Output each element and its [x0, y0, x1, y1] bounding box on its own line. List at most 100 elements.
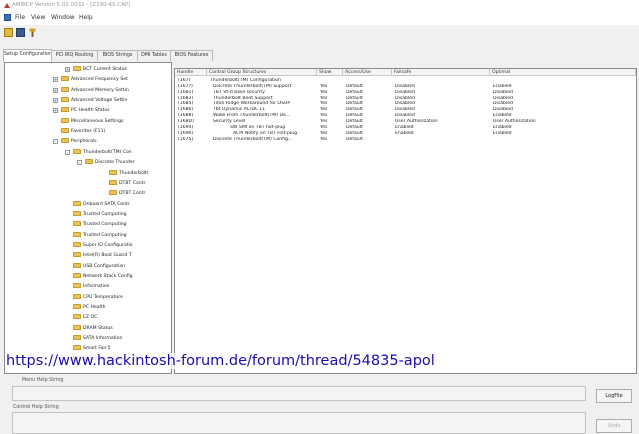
tree-item[interactable]: Advanced Memory Settin [61, 86, 129, 94]
folder-icon [61, 138, 69, 144]
open-icon[interactable] [4, 28, 13, 37]
expand-toggle[interactable]: + [65, 67, 70, 72]
folder-icon [109, 179, 117, 185]
menu-view[interactable]: View [31, 14, 45, 21]
expand-toggle[interactable]: + [53, 87, 58, 93]
grid-cell[interactable]: Yes [320, 137, 342, 143]
collapse-toggle[interactable]: - [65, 149, 70, 155]
tree-item[interactable]: EZ OC [73, 314, 97, 321]
tree-item[interactable]: Miscellaneous Settings [61, 117, 124, 125]
tab-dmi-tables[interactable]: DMI Tables [137, 50, 171, 61]
tree-item-label: Onboard SATA Contr [83, 201, 130, 207]
setup-tree[interactable]: + BCT Current Status + Advanced Frequency S… [4, 62, 172, 374]
collapse-toggle[interactable]: - [77, 160, 82, 166]
tree-item[interactable]: Trusted Computing [73, 231, 127, 239]
tree-item-label: Super IO Configuratio [83, 242, 133, 248]
tool-icon[interactable] [28, 28, 37, 37]
tree-item-label: Intel(R) Boot Guard T [83, 253, 132, 259]
undo-button[interactable]: Undo [596, 419, 632, 433]
control-help-box [12, 412, 586, 434]
folder-icon [61, 128, 69, 134]
folder-icon [73, 148, 81, 154]
tab-pci-irq-routing[interactable]: PCI IRQ Routing [51, 50, 98, 61]
folder-icon [73, 66, 81, 71]
column-header[interactable]: Show [317, 69, 343, 76]
tree-item[interactable]: Advanced Frequency Set [61, 76, 128, 83]
expand-toggle[interactable]: + [53, 108, 58, 114]
folder-icon [73, 283, 81, 289]
tree-item[interactable]: DTBT Contr [109, 179, 145, 187]
tree-item[interactable]: Advanced Voltage Settin [61, 97, 127, 104]
tree-item[interactable]: Trusted Computing [73, 210, 127, 218]
tree-item-label: Peripherals [71, 139, 97, 145]
grid-cell[interactable]: Enabled [493, 131, 635, 137]
app-menu-icon[interactable] [4, 14, 11, 21]
tree-item[interactable]: SATA Information [73, 335, 122, 342]
tree-item[interactable]: DTBT Contr [109, 190, 145, 197]
tree-item[interactable]: USB Configuration [73, 262, 125, 270]
folder-icon [61, 107, 69, 113]
tree-item[interactable]: Network Stack Config [73, 273, 133, 280]
tree-item[interactable]: Favorites (F11) [61, 128, 105, 135]
tree-item[interactable]: Peripherals [61, 138, 97, 145]
tree-item-label: PC Health [83, 305, 106, 311]
tree-item-label: DTBT Contr [119, 191, 146, 197]
tree-item-label: Miscellaneous Settings [71, 118, 124, 124]
tree-item[interactable]: Trusted Computing [73, 221, 127, 228]
expand-toggle[interactable]: + [53, 98, 58, 104]
tree-item-label: Smart Fan 5 [83, 346, 111, 352]
tree-item[interactable]: Super IO Configuratio [73, 241, 133, 249]
folder-icon [73, 221, 81, 227]
save-icon[interactable] [16, 28, 25, 37]
grid-cell[interactable]: Enabled [395, 131, 489, 137]
folder-icon [61, 86, 69, 92]
tree-item-label: CPU Temperature [83, 294, 123, 300]
tree-item-label: Favorites (F11) [71, 129, 106, 135]
folder-icon [73, 293, 81, 299]
collapse-toggle[interactable]: - [53, 139, 58, 145]
menu-help[interactable]: Help [79, 14, 93, 21]
tree-item[interactable]: Thunderbolt(TM) Con [73, 148, 132, 156]
column-header[interactable]: Failsafe [392, 69, 490, 76]
tab-bios-strings[interactable]: BIOS Strings [97, 50, 138, 61]
tree-item[interactable]: CPU Temperature [73, 293, 123, 301]
folder-icon [73, 324, 81, 330]
tree-item-label: Thunderbolt(TM) Con [83, 149, 132, 155]
folder-icon [73, 200, 81, 206]
folder-icon [85, 159, 93, 165]
folder-icon [109, 190, 117, 196]
grid-cell[interactable]: Default [346, 137, 391, 143]
tree-item-label: Discrete Thunder [95, 160, 135, 166]
tree-item[interactable]: PC Health Status [61, 107, 110, 114]
folder-icon [61, 117, 69, 123]
menu-file[interactable]: File [15, 14, 25, 21]
window-title: AMIBCP Version 5.02.0031 - [Z190-4S.CAP] [12, 2, 131, 8]
tree-item[interactable]: PC Health [73, 304, 106, 311]
tree-item[interactable]: Thunderbolt( [109, 169, 149, 177]
column-header[interactable]: Optimal [490, 69, 636, 76]
column-header[interactable]: Access/Use [343, 69, 392, 76]
tree-item-label: Information [83, 284, 110, 290]
expand-toggle[interactable]: + [53, 77, 58, 83]
tree-item[interactable]: DRAM Status [73, 324, 113, 332]
tab-bios-features[interactable]: BIOS Features [170, 50, 213, 61]
tree-item-label: Advanced Voltage Settin [71, 98, 128, 104]
tree-item-label: SATA Information [83, 336, 123, 342]
tree-item[interactable]: BCT Current Status [73, 66, 127, 73]
tree-item[interactable]: Information [73, 283, 110, 290]
tree-item-label: BCT Current Status [83, 67, 127, 72]
grid-cell[interactable]: Discrete Thunderbolt(TM) Config... [213, 137, 316, 143]
column-header[interactable]: Handle [175, 69, 207, 76]
tree-item[interactable]: Smart Fan 5 [73, 345, 111, 352]
column-header[interactable]: Control Group Structures [207, 69, 317, 76]
menu-window[interactable]: Window [51, 14, 75, 21]
tree-item[interactable]: Onboard SATA Contr [73, 200, 130, 208]
tab-setup-configuration[interactable]: Setup Configuration [3, 49, 52, 62]
menu-help-box [12, 386, 586, 401]
tree-item[interactable]: Discrete Thunder [85, 159, 135, 166]
logfile-button[interactable]: LogFile [596, 389, 632, 403]
grid-cell[interactable]: (1675) [178, 137, 206, 143]
tree-item[interactable]: Intel(R) Boot Guard T [73, 252, 132, 259]
folder-icon [73, 345, 81, 351]
control-grid[interactable]: Handle Control Group Structures Show Access… [174, 68, 637, 374]
